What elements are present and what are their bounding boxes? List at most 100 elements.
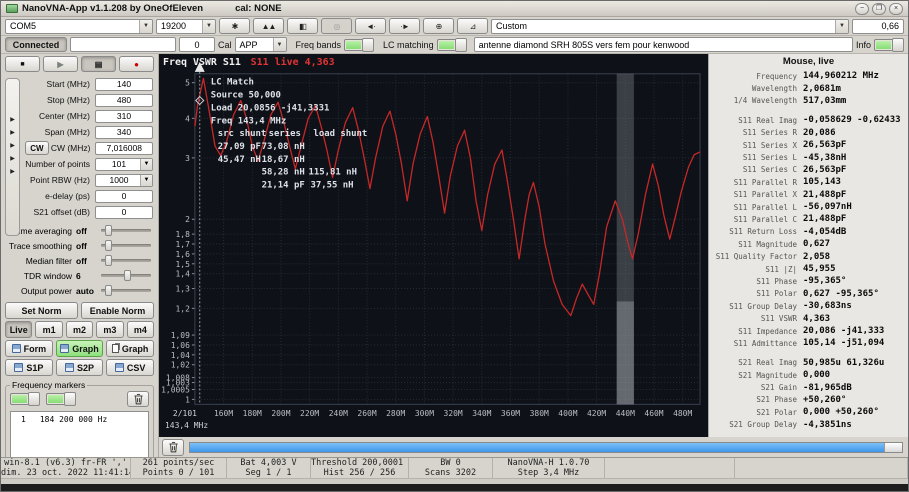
sweep-field-row: Center (MHz) 310 <box>1 108 158 124</box>
arrow-right-icon[interactable]: ▶ <box>10 143 15 149</box>
zoom-button[interactable]: ◎ <box>321 18 352 34</box>
slider-track[interactable] <box>101 225 151 236</box>
band-preset-strip[interactable]: ▶ ▶ ▶ ▶ ▶ <box>5 78 20 236</box>
memory-m2-button[interactable]: m2 <box>65 321 94 338</box>
stop-button[interactable]: ■ <box>5 56 40 72</box>
screenshot-button[interactable]: ⊿ <box>457 18 488 34</box>
chevron-down-icon[interactable]: ▼ <box>140 158 152 170</box>
slider-track[interactable] <box>101 240 151 251</box>
measurement-row: S11 Series C 26,563pF <box>709 164 908 176</box>
field-input[interactable]: 140 <box>95 77 153 91</box>
toggle-knob[interactable] <box>362 37 375 52</box>
field-label: Center (MHz) <box>38 111 90 121</box>
arrow-right-icon[interactable]: ▶ <box>10 156 15 162</box>
marker-list-item[interactable]: 1 184 200 000 Hz <box>13 415 146 424</box>
toggle-knob[interactable] <box>454 37 467 52</box>
minimize-button[interactable]: − <box>855 2 869 15</box>
calibration-button[interactable]: ⊕ <box>423 18 454 34</box>
chevron-down-icon[interactable]: ▼ <box>272 38 286 51</box>
save-s2p-button[interactable]: S2P <box>55 359 104 376</box>
edge-value-field[interactable]: 0,66 <box>852 18 904 34</box>
scan-arrows-button[interactable]: ▲▲ <box>253 18 284 34</box>
lc-matching-toggle[interactable] <box>436 37 467 52</box>
toggle-knob[interactable] <box>28 392 40 406</box>
toggle-knob[interactable] <box>892 37 904 52</box>
chevron-down-icon[interactable]: ▼ <box>202 19 215 33</box>
enable-norm-button[interactable]: Enable Norm <box>81 302 154 319</box>
arrow-right-icon[interactable]: ▶ <box>10 169 15 175</box>
preset-select[interactable]: Custom ▼ <box>491 18 849 34</box>
field-input[interactable]: 0 <box>95 189 153 203</box>
save-csv-button[interactable]: CSV <box>106 359 155 376</box>
restore-button[interactable]: ❐ <box>872 2 886 15</box>
slider-knob[interactable] <box>104 225 112 236</box>
field-input[interactable]: 101 ▼ <box>95 157 153 171</box>
marker-list[interactable]: 1 184 200 000 Hz <box>10 411 149 459</box>
measurement-label: S21 Polar <box>756 407 797 417</box>
measurement-row: S11 Real Imag -0,058629 -0,62433 <box>709 114 908 126</box>
save-graph-button[interactable]: Graph <box>55 340 104 357</box>
trash-icon <box>133 393 143 405</box>
export-button[interactable]: ▤ <box>81 56 116 72</box>
close-button[interactable]: × <box>889 2 903 15</box>
save-s1p-button[interactable]: S1P <box>5 359 53 376</box>
field-input[interactable]: 340 <box>95 125 153 139</box>
play-icon: ▶ <box>57 59 64 69</box>
field-input[interactable]: 1000 ▼ <box>95 173 153 187</box>
slider-knob[interactable] <box>104 285 112 296</box>
slider-track[interactable] <box>101 285 151 296</box>
copy-graph-button[interactable]: Graph <box>106 340 155 357</box>
field-input[interactable]: 0 <box>95 205 153 219</box>
baud-rate-select[interactable]: 19200 ▼ <box>156 18 216 34</box>
slider-knob[interactable] <box>104 255 112 266</box>
slider-knob[interactable] <box>123 270 131 281</box>
marker-toggle-2[interactable] <box>46 392 76 406</box>
info-toggle[interactable] <box>874 37 904 52</box>
record-button[interactable]: ● <box>119 56 154 72</box>
cal-mode-select[interactable]: APP ▼ <box>234 37 287 52</box>
memory-m3-button[interactable]: m3 <box>96 321 124 338</box>
arrow-right-icon[interactable]: ▶ <box>10 130 15 136</box>
chevron-down-icon[interactable]: ▼ <box>139 19 152 33</box>
measurement-group: Frequency 144,960212 MHz Wavelength 2,0681m… <box>709 70 908 107</box>
slider-track[interactable] <box>101 270 151 281</box>
battery-button[interactable]: ▮▯ <box>287 18 318 34</box>
chevron-down-icon[interactable]: ▼ <box>835 19 848 33</box>
field-input[interactable]: 310 <box>95 109 153 123</box>
usb-connect-button[interactable]: ·► <box>389 18 420 34</box>
measurement-value: 0,000 +50,260° <box>803 407 879 418</box>
cal-count-field[interactable]: 0 <box>179 37 215 52</box>
status-cell: 261 points/sec <box>131 458 227 468</box>
slider-track[interactable] <box>101 255 151 266</box>
settings-button[interactable]: ✱ <box>219 18 250 34</box>
delete-markers-button[interactable] <box>127 391 149 407</box>
arrow-right-icon[interactable]: ▶ <box>10 117 15 123</box>
set-norm-button[interactable]: Set Norm <box>5 302 78 319</box>
marker-toggle-1[interactable] <box>10 392 40 406</box>
field-input[interactable]: 480 <box>95 93 153 107</box>
usb-disconnect-button[interactable]: ◄· <box>355 18 386 34</box>
memory-m4-button[interactable]: m4 <box>126 321 155 338</box>
sweep-field-row: Span (MHz) 340 <box>1 124 158 140</box>
connected-button[interactable]: Connected <box>5 37 67 52</box>
lc-matching-label: LC matching <box>383 39 434 50</box>
run-button[interactable]: ▶ <box>43 56 78 72</box>
vswr-plot[interactable]: 160M 180M 200M 220M 240M 260M 280M 300M 320M 340M… <box>159 54 708 437</box>
memory-m1-button[interactable]: m1 <box>35 321 63 338</box>
com-port-select[interactable]: COM5 ▼ <box>5 18 153 34</box>
save-form-button[interactable]: Form <box>5 340 53 357</box>
toggle-knob[interactable] <box>64 392 76 406</box>
progress-thumb <box>884 442 902 452</box>
slider-knob[interactable] <box>104 240 112 251</box>
field-input[interactable]: 7,016008 <box>95 141 153 155</box>
freq-bands-toggle[interactable] <box>344 37 375 52</box>
clear-graph-button[interactable] <box>162 438 184 456</box>
memory-live-button[interactable]: Live <box>5 321 33 338</box>
field-value: 1000 <box>109 175 129 185</box>
lc-match-text: Freq 143,4 MHz <box>211 116 286 126</box>
chevron-down-icon[interactable]: ▼ <box>140 174 152 186</box>
cw-button[interactable]: CW <box>25 141 49 155</box>
x-axis-tick-label: 220M <box>300 409 319 418</box>
serial-info-field[interactable] <box>70 37 176 52</box>
description-input[interactable]: antenne diamond SRH 805S vers fem pour k… <box>473 37 853 52</box>
